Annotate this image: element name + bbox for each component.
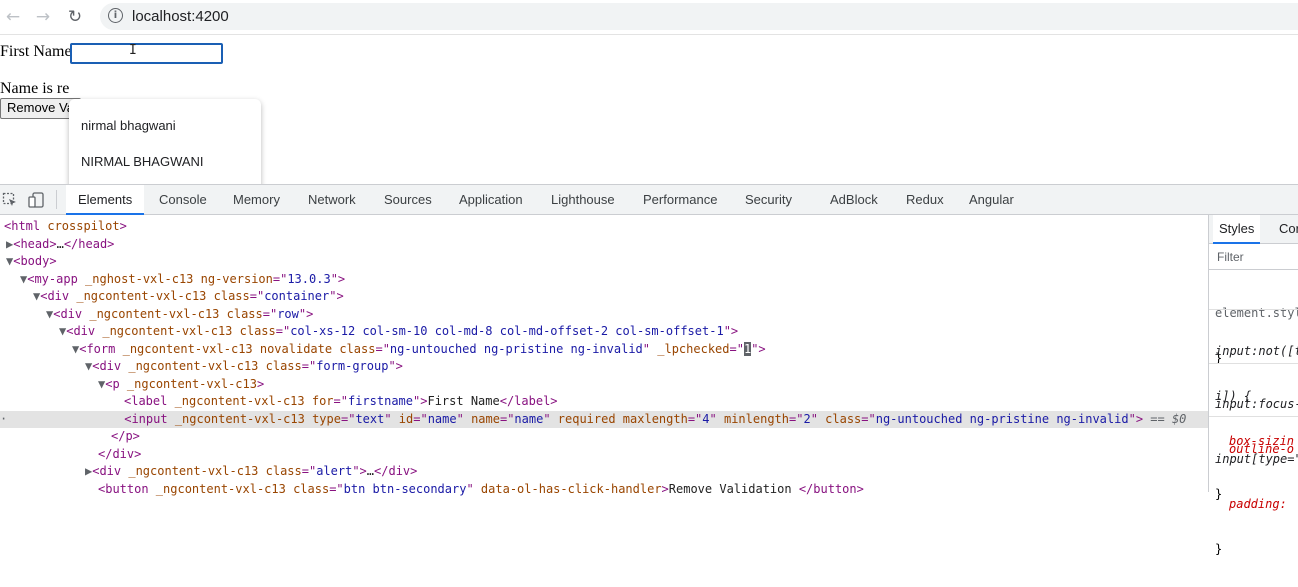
browser-toolbar: ← → ↻ i localhost:4200 bbox=[0, 0, 1298, 35]
forward-arrow-icon[interactable]: → bbox=[32, 6, 54, 28]
dom-node[interactable]: ▼<div _ngcontent-vxl-c13 class="row"> bbox=[0, 306, 1208, 324]
tab-security[interactable]: Security bbox=[733, 185, 804, 214]
dom-node-selected[interactable]: · <input _ngcontent-vxl-c13 type="text" i… bbox=[0, 410, 1208, 428]
text-cursor-icon: I bbox=[129, 43, 137, 58]
style-rule-divider bbox=[1209, 416, 1298, 417]
style-rule-divider bbox=[1209, 309, 1298, 310]
tab-elements[interactable]: Elements bbox=[66, 185, 145, 215]
tab-angular[interactable]: Angular bbox=[957, 185, 1026, 214]
dom-node[interactable]: ▼<body> bbox=[0, 253, 1208, 271]
validation-alert: Name is re bbox=[0, 80, 70, 97]
tab-computed[interactable]: Cor bbox=[1279, 215, 1298, 243]
tab-sources[interactable]: Sources bbox=[372, 185, 444, 214]
tab-redux[interactable]: Redux bbox=[894, 185, 956, 214]
styles-pane: Styles Cor Filter element.styl } input:n… bbox=[1208, 215, 1298, 556]
first-name-input[interactable] bbox=[70, 43, 223, 64]
dom-node[interactable]: <button _ngcontent-vxl-c13 class="btn bt… bbox=[0, 481, 1208, 499]
tab-console[interactable]: Console bbox=[147, 185, 219, 214]
dom-node[interactable]: ▼<my-app _nghost-vxl-c13 ng-version="13.… bbox=[0, 271, 1208, 289]
first-name-label: First Name bbox=[0, 43, 72, 60]
dom-node[interactable]: ▼<div _ngcontent-vxl-c13 class="col-xs-1… bbox=[0, 323, 1208, 341]
dom-node[interactable]: <label _ngcontent-vxl-c13 for="firstname… bbox=[0, 393, 1208, 411]
address-bar[interactable]: i localhost:4200 bbox=[100, 3, 1298, 30]
dom-node[interactable]: ▶<div _ngcontent-vxl-c13 class="alert">…… bbox=[0, 463, 1208, 481]
inspect-element-icon[interactable] bbox=[2, 192, 18, 206]
autocomplete-option[interactable]: nirmal bhagwani bbox=[81, 118, 176, 133]
dom-node[interactable]: <html crosspilot> bbox=[0, 218, 1208, 236]
selected-node-marker: == $0 bbox=[1150, 411, 1187, 426]
reload-icon[interactable]: ↻ bbox=[64, 6, 86, 28]
tab-memory[interactable]: Memory bbox=[221, 185, 292, 214]
dom-node[interactable]: ▼<p _ngcontent-vxl-c13> bbox=[0, 376, 1208, 394]
devtools-tab-bar: Elements Console Memory Network Sources … bbox=[0, 185, 1298, 215]
dom-node[interactable]: ▶<head>…</head> bbox=[0, 236, 1208, 254]
dom-node[interactable]: </div> bbox=[0, 446, 1208, 464]
style-rule-divider bbox=[1209, 363, 1298, 364]
autocomplete-option[interactable]: NIRMAL BHAGWANI bbox=[81, 154, 204, 169]
tab-performance[interactable]: Performance bbox=[631, 185, 729, 214]
tab-network[interactable]: Network bbox=[296, 185, 368, 214]
dom-node[interactable]: ▼<form _ngcontent-vxl-c13 novalidate cla… bbox=[0, 341, 1208, 359]
dom-node[interactable]: ▼<div _ngcontent-vxl-c13 class="form-gro… bbox=[0, 358, 1208, 376]
dom-node[interactable]: ▼<div _ngcontent-vxl-c13 class="containe… bbox=[0, 288, 1208, 306]
tab-styles[interactable]: Styles bbox=[1213, 215, 1261, 244]
dom-node[interactable]: </p> bbox=[0, 428, 1208, 446]
styles-tab-bar: Styles Cor bbox=[1209, 215, 1298, 244]
site-info-icon[interactable]: i bbox=[108, 8, 123, 23]
page-viewport: First Name I Name is re Remove Va nirmal… bbox=[0, 35, 1298, 218]
dom-tree[interactable]: <html crosspilot> ▶<head>…</head> ▼<body… bbox=[0, 215, 1208, 496]
toolbar-divider bbox=[56, 190, 57, 209]
style-rule[interactable]: input[type=" padding: } bbox=[1215, 422, 1298, 587]
back-arrow-icon[interactable]: ← bbox=[2, 6, 24, 28]
url-text: localhost:4200 bbox=[132, 8, 229, 25]
devtools-panel: Elements Console Memory Network Sources … bbox=[0, 184, 1298, 556]
tab-lighthouse[interactable]: Lighthouse bbox=[539, 185, 627, 214]
tab-application[interactable]: Application bbox=[447, 185, 535, 214]
device-toolbar-icon[interactable] bbox=[28, 192, 44, 208]
tab-adblock[interactable]: AdBlock bbox=[818, 185, 890, 214]
styles-filter-input[interactable]: Filter bbox=[1209, 244, 1298, 270]
